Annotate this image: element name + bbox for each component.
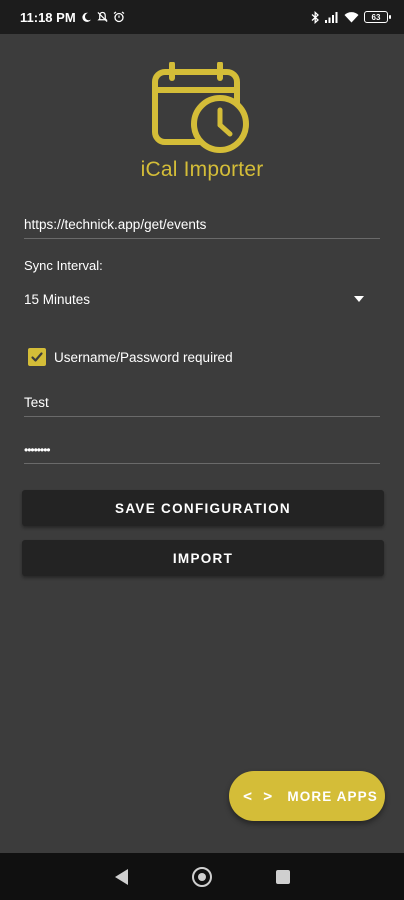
- status-time: 11:18 PM: [20, 9, 76, 25]
- home-icon[interactable]: [191, 866, 212, 887]
- username-input[interactable]: Test: [24, 395, 380, 417]
- password-input[interactable]: ••••••••: [24, 443, 380, 464]
- status-left: 11:18 PM: [20, 10, 125, 25]
- save-configuration-button[interactable]: SAVE CONFIGURATION: [22, 490, 384, 526]
- app-title: iCal Importer: [140, 158, 264, 181]
- back-icon[interactable]: [114, 868, 128, 885]
- sync-interval-label: Sync Interval:: [24, 258, 103, 273]
- import-button[interactable]: IMPORT: [22, 540, 384, 576]
- notifications-off-icon: [97, 11, 108, 23]
- auth-required-row[interactable]: Username/Password required: [28, 348, 233, 366]
- wifi-icon: [344, 11, 359, 23]
- code-icon: < >: [243, 787, 274, 805]
- auth-required-label: Username/Password required: [54, 349, 233, 365]
- more-apps-button[interactable]: < > MORE APPS: [229, 771, 385, 821]
- alarm-icon: [113, 11, 125, 23]
- calendar-clock-logo-icon: [152, 61, 250, 156]
- battery-level: 63: [371, 12, 381, 22]
- more-apps-label: MORE APPS: [287, 788, 378, 804]
- status-bar: 11:18 PM 63: [0, 0, 404, 34]
- signal-icon: [325, 11, 339, 23]
- system-nav-bar: [0, 853, 404, 900]
- moon-icon: [81, 12, 92, 23]
- sync-interval-value: 15 Minutes: [24, 291, 91, 307]
- recent-apps-icon[interactable]: [275, 869, 290, 884]
- dropdown-arrow-icon: [354, 296, 364, 302]
- sync-interval-dropdown[interactable]: 15 Minutes: [24, 288, 370, 310]
- check-icon: [31, 352, 43, 362]
- url-input[interactable]: https://technick.app/get/events: [24, 217, 380, 239]
- status-right: 63: [311, 10, 391, 24]
- auth-required-checkbox[interactable]: [28, 348, 46, 366]
- bluetooth-icon: [311, 10, 320, 24]
- battery-icon: 63: [364, 11, 391, 23]
